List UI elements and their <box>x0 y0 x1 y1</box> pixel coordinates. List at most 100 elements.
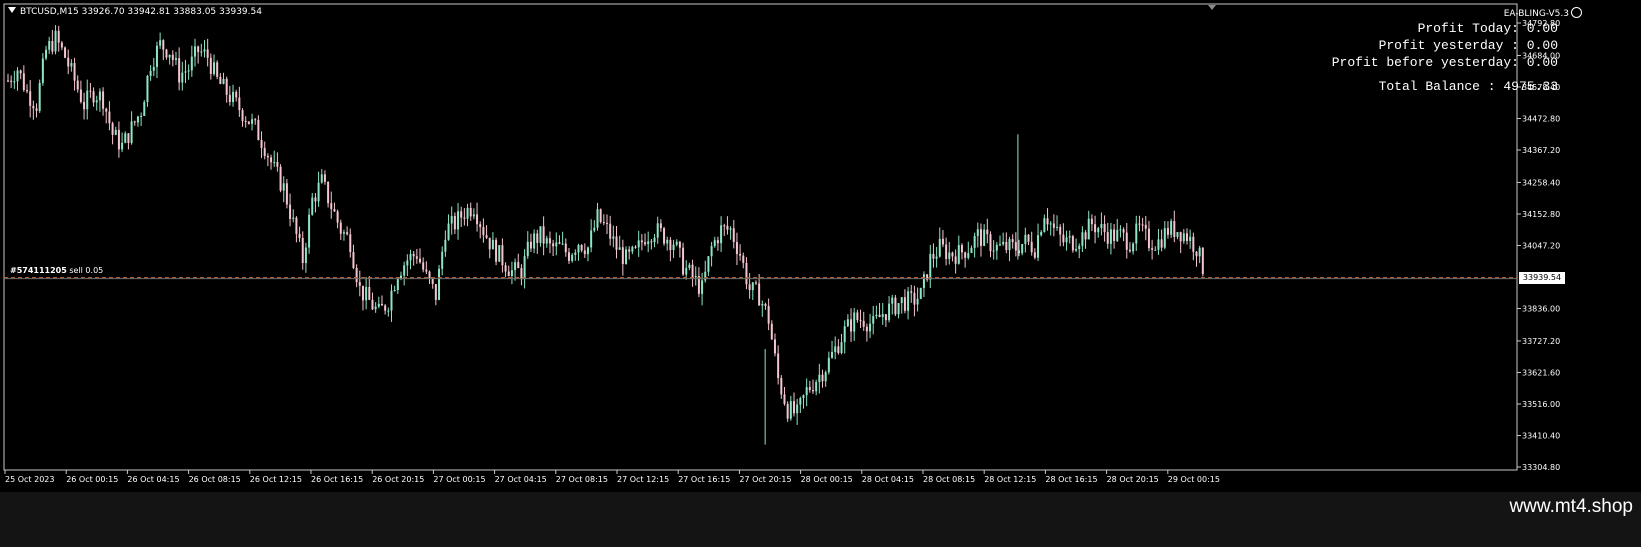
candle-body <box>1094 224 1097 233</box>
candle-body <box>970 247 973 253</box>
candle-body <box>846 319 849 327</box>
time-tick-label: 27 Oct 12:15 <box>617 475 669 484</box>
expert-advisor-label[interactable]: EA-BLING-V5.3 <box>1504 7 1582 19</box>
candle-body <box>1157 239 1160 250</box>
candle-body <box>812 390 815 392</box>
candle-body <box>51 41 54 52</box>
candle-body <box>682 247 685 275</box>
candle-body <box>948 252 951 259</box>
candle-body <box>64 47 67 58</box>
candle-body <box>723 225 726 227</box>
candle-body <box>590 230 593 248</box>
time-tick-label: 28 Oct 04:15 <box>862 475 914 484</box>
candle-body <box>444 239 447 252</box>
candle-body <box>935 256 938 259</box>
candle-body <box>792 401 795 414</box>
candle-body <box>843 326 846 343</box>
candle-body <box>57 30 60 43</box>
chart-shift-marker-icon[interactable] <box>1208 5 1216 10</box>
candle-body <box>564 243 567 253</box>
candle-body <box>945 244 948 259</box>
candle-body <box>178 58 181 83</box>
candle-body <box>190 56 193 71</box>
candle-body <box>114 129 117 135</box>
candle-body <box>780 378 783 395</box>
candle-body <box>640 240 643 243</box>
time-tick-label: 25 Oct 2023 <box>5 475 54 484</box>
candle-body <box>720 225 723 244</box>
order-label[interactable]: #574111205 sell 0.05 <box>10 266 103 275</box>
candle-body <box>751 282 754 291</box>
candle-body <box>361 285 364 301</box>
candle-body <box>799 398 802 405</box>
candle-body <box>739 254 742 256</box>
candle-body <box>539 226 542 243</box>
symbol-header[interactable]: BTCUSD,M15 33926.70 33942.81 33883.05 33… <box>8 7 262 17</box>
candle-body <box>767 305 770 324</box>
candle-body <box>108 111 111 124</box>
candle-body <box>422 262 425 270</box>
candle-body <box>228 94 231 103</box>
candle-body <box>406 260 409 266</box>
candle-body <box>279 166 282 191</box>
candle-body <box>387 310 390 312</box>
candle-body <box>967 252 970 258</box>
candle-body <box>796 404 799 414</box>
candle-body <box>1027 234 1030 242</box>
candle-body <box>308 214 311 248</box>
candle-body <box>701 280 704 294</box>
candle-body <box>650 241 653 243</box>
candle-body <box>637 240 640 248</box>
candle-body <box>374 306 377 310</box>
chart-window[interactable]: 34792.80 34684.00 34578.40 34472.80 34367.20… <box>0 0 1641 547</box>
candle-body <box>1125 232 1128 250</box>
candle-body <box>1144 224 1147 229</box>
candle-body <box>545 238 548 244</box>
candle-body <box>193 46 196 57</box>
candle-body <box>257 119 260 141</box>
candle-body <box>789 401 792 419</box>
candlestick-chart[interactable]: 34792.8034684.0034578.4034472.8034367.20… <box>0 0 1641 492</box>
candle-body <box>659 223 662 229</box>
candle-body <box>41 58 44 83</box>
candle-body <box>1049 223 1052 225</box>
time-tick-label: 26 Oct 08:15 <box>189 475 241 484</box>
candle-body <box>625 249 628 265</box>
candle-body <box>22 73 25 91</box>
time-tick-label: 27 Oct 08:15 <box>556 475 608 484</box>
candle-body <box>593 227 596 231</box>
candle-body <box>542 226 545 244</box>
candle-body <box>941 238 944 245</box>
candle-body <box>355 267 358 283</box>
dropdown-triangle-icon[interactable] <box>8 7 16 13</box>
candle-body <box>485 235 488 238</box>
candle-body <box>764 303 767 306</box>
candle-body <box>368 287 371 300</box>
candle-body <box>875 314 878 317</box>
time-tick-label: 26 Oct 04:15 <box>127 475 179 484</box>
candle-body <box>919 288 922 299</box>
candle-body <box>567 252 570 261</box>
time-tick-label: 26 Oct 12:15 <box>250 475 302 484</box>
candle-body <box>507 271 510 277</box>
candle-body <box>533 233 536 249</box>
candle-body <box>384 305 387 311</box>
candle-body <box>282 183 285 191</box>
candle-body <box>60 42 63 48</box>
candle-body <box>412 253 415 257</box>
candle-body <box>98 91 101 101</box>
candle-body <box>289 204 292 219</box>
price-tick-label: 33836.00 <box>1522 304 1560 313</box>
price-tick-label: 33516.00 <box>1522 400 1560 409</box>
candle-body <box>609 223 612 239</box>
candle-body <box>732 228 735 243</box>
candle-body <box>200 51 203 53</box>
candle-body <box>102 91 105 109</box>
candle-body <box>311 197 314 215</box>
candle-body <box>526 241 529 257</box>
watermark-text: www.mt4.shop <box>1509 496 1633 517</box>
candle-body <box>1116 229 1119 241</box>
candle-body <box>339 222 342 234</box>
candle-body <box>70 63 73 67</box>
candle-body <box>1002 241 1005 245</box>
